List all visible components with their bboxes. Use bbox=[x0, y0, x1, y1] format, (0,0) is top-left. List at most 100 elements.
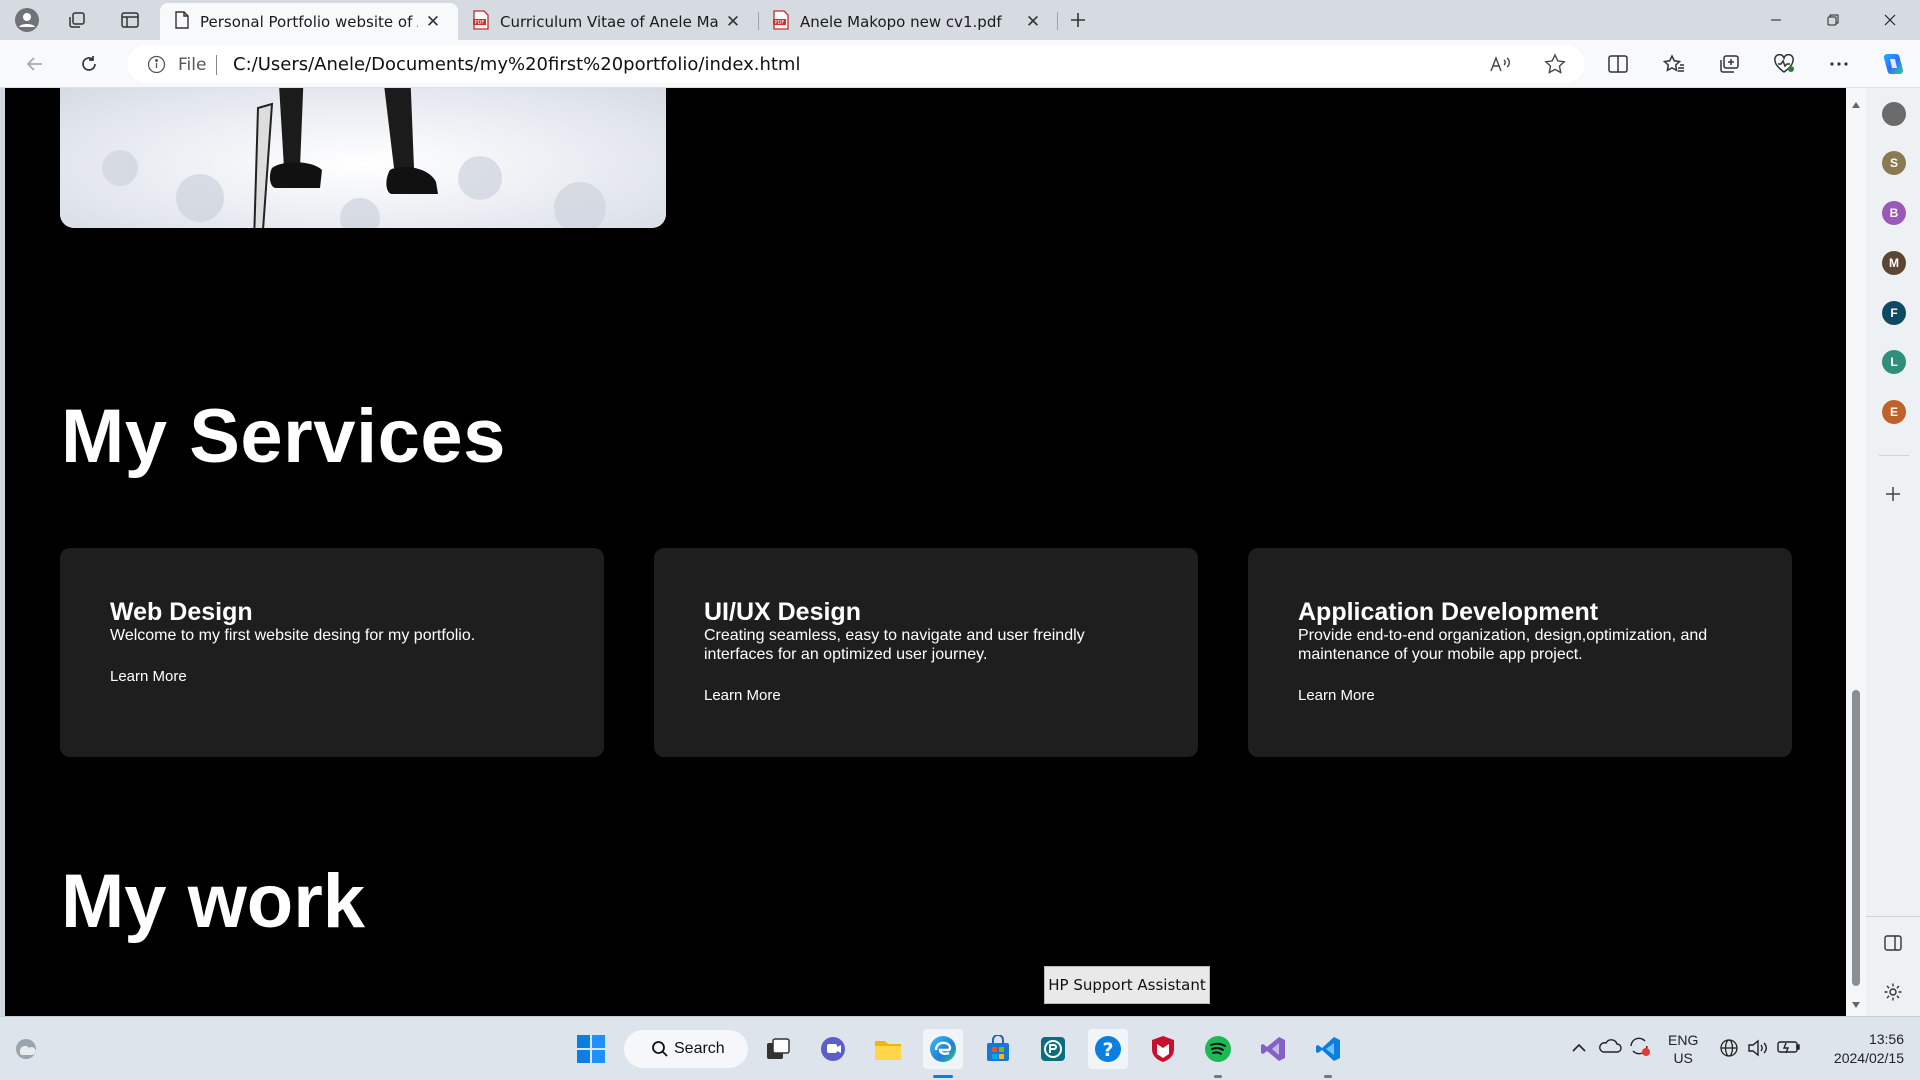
tab-strip: Personal Portfolio website of A.M ✕ PDF … bbox=[0, 0, 1920, 40]
weather-widget-icon[interactable] bbox=[14, 1037, 42, 1066]
address-divider bbox=[216, 55, 217, 75]
battery-icon[interactable] bbox=[1777, 1039, 1801, 1060]
sync-status-icon[interactable] bbox=[1628, 1035, 1652, 1062]
language-indicator[interactable]: ENG US bbox=[1668, 1031, 1698, 1067]
open-app-indicator bbox=[1214, 1075, 1222, 1078]
vscode-icon[interactable] bbox=[1308, 1029, 1348, 1069]
language-label: ENG bbox=[1668, 1032, 1699, 1048]
service-description: Provide end-to-end organization, design,… bbox=[1298, 627, 1708, 663]
service-card-app-development: Application Development Provide end-to-e… bbox=[1248, 548, 1792, 757]
visual-studio-icon[interactable] bbox=[1253, 1029, 1293, 1069]
profile-icon[interactable] bbox=[12, 6, 42, 34]
services-heading: My Services bbox=[61, 394, 506, 479]
scroll-thumb[interactable] bbox=[1852, 690, 1860, 986]
learn-more-link[interactable]: Learn More bbox=[110, 668, 187, 685]
restore-button[interactable] bbox=[1805, 0, 1860, 40]
close-icon[interactable]: ✕ bbox=[1022, 11, 1044, 33]
close-icon[interactable]: ✕ bbox=[422, 11, 444, 33]
scroll-down-icon[interactable] bbox=[1851, 996, 1861, 1014]
url-text[interactable]: C:/Users/Anele/Documents/my%20first%20po… bbox=[233, 54, 800, 75]
onedrive-icon[interactable] bbox=[1598, 1037, 1622, 1062]
task-view-icon[interactable] bbox=[758, 1029, 798, 1069]
learn-more-link[interactable]: Learn More bbox=[704, 687, 781, 704]
hp-smart-icon[interactable] bbox=[1033, 1029, 1073, 1069]
spotify-icon[interactable] bbox=[1198, 1029, 1238, 1069]
page-scrollbar[interactable] bbox=[1846, 88, 1866, 1016]
sidebar-divider bbox=[1866, 916, 1920, 917]
tab-cv-pdf[interactable]: PDF Anele Makopo new cv1.pdf ✕ bbox=[760, 3, 1058, 40]
back-button[interactable] bbox=[18, 49, 52, 79]
sidebar-app-m-icon[interactable]: M bbox=[1882, 251, 1906, 275]
address-bar[interactable]: File C:/Users/Anele/Documents/my%20first… bbox=[127, 45, 1585, 83]
show-hidden-icons-chevron-icon[interactable] bbox=[1571, 1041, 1587, 1059]
sidebar-app-b-icon[interactable]: B bbox=[1882, 201, 1906, 225]
search-label: Search bbox=[674, 1040, 725, 1057]
browser-toolbar: File C:/Users/Anele/Documents/my%20first… bbox=[0, 40, 1920, 88]
hide-sidebar-icon[interactable] bbox=[1883, 934, 1903, 957]
more-options-icon[interactable] bbox=[1822, 49, 1856, 79]
browser-essentials-icon[interactable] bbox=[1767, 49, 1801, 79]
tab-title: Curriculum Vitae of Anele Makopo bbox=[500, 12, 718, 31]
pdf-icon: PDF bbox=[472, 9, 490, 34]
settings-gear-icon[interactable] bbox=[1883, 982, 1903, 1007]
learn-more-link[interactable]: Learn More bbox=[1298, 687, 1375, 704]
sidebar-search-icon[interactable] bbox=[1882, 102, 1906, 126]
volume-icon[interactable] bbox=[1747, 1038, 1769, 1063]
service-title: Application Development bbox=[1298, 598, 1599, 626]
edge-browser-icon[interactable] bbox=[923, 1029, 963, 1069]
teams-chat-icon[interactable] bbox=[813, 1029, 853, 1069]
tab-cv[interactable]: PDF Curriculum Vitae of Anele Makopo ✕ bbox=[460, 3, 758, 40]
copilot-icon[interactable] bbox=[1876, 49, 1910, 79]
collections-icon[interactable] bbox=[1712, 49, 1746, 79]
vertical-tabs-icon[interactable] bbox=[115, 6, 145, 34]
tab-title: Personal Portfolio website of A.M bbox=[200, 12, 418, 31]
microsoft-store-icon[interactable] bbox=[978, 1029, 1018, 1069]
tab-divider bbox=[1057, 12, 1058, 30]
sidebar-app-e-icon[interactable]: E bbox=[1882, 400, 1906, 424]
service-description: Welcome to my first website desing for m… bbox=[110, 627, 476, 644]
taskbar: Search ? ENG US 13:56 2024/02/15 bbox=[0, 1016, 1920, 1080]
sidebar-app-s-icon[interactable]: S bbox=[1882, 151, 1906, 175]
workspaces-icon[interactable] bbox=[62, 6, 92, 34]
network-globe-icon[interactable] bbox=[1719, 1038, 1739, 1063]
scroll-up-icon[interactable] bbox=[1851, 96, 1861, 114]
hp-support-tooltip: HP Support Assistant bbox=[1044, 966, 1210, 1004]
sidebar-app-f-icon[interactable]: F bbox=[1882, 301, 1906, 325]
clock[interactable]: 13:56 2024/02/15 bbox=[1808, 1030, 1904, 1068]
close-window-button[interactable] bbox=[1862, 0, 1917, 40]
refresh-button[interactable] bbox=[72, 49, 106, 79]
clock-date: 2024/02/15 bbox=[1833, 1050, 1904, 1066]
svg-text:?: ? bbox=[1103, 1039, 1114, 1061]
file-explorer-icon[interactable] bbox=[868, 1029, 908, 1069]
active-app-indicator bbox=[933, 1075, 953, 1078]
info-icon[interactable] bbox=[147, 55, 166, 79]
read-aloud-icon[interactable] bbox=[1489, 54, 1511, 79]
minimize-button[interactable] bbox=[1748, 0, 1803, 40]
sidebar-app-l-icon[interactable]: L bbox=[1882, 350, 1906, 374]
favorites-icon[interactable] bbox=[1657, 49, 1691, 79]
tab-title: Anele Makopo new cv1.pdf bbox=[800, 12, 1002, 31]
edge-sidebar: S B M F L E bbox=[1866, 88, 1920, 1016]
start-button[interactable] bbox=[571, 1029, 611, 1069]
mcafee-icon[interactable] bbox=[1143, 1029, 1183, 1069]
split-screen-icon[interactable] bbox=[1601, 49, 1635, 79]
clock-time: 13:56 bbox=[1868, 1031, 1904, 1047]
tab-portfolio[interactable]: Personal Portfolio website of A.M ✕ bbox=[160, 3, 458, 40]
work-heading: My work bbox=[61, 859, 366, 944]
open-app-indicator bbox=[1324, 1075, 1332, 1078]
service-title: Web Design bbox=[110, 598, 253, 626]
close-icon[interactable]: ✕ bbox=[722, 11, 744, 33]
help-icon[interactable]: ? bbox=[1088, 1029, 1128, 1069]
sidebar-divider bbox=[1879, 455, 1909, 456]
new-tab-button[interactable] bbox=[1063, 6, 1093, 34]
add-icon[interactable] bbox=[1883, 484, 1903, 509]
service-title: UI/UX Design bbox=[704, 598, 861, 626]
page-viewport: My Services Web Design Welcome to my fir… bbox=[5, 88, 1846, 1016]
search-icon bbox=[651, 1040, 669, 1063]
taskbar-search[interactable]: Search bbox=[624, 1030, 748, 1068]
favorite-star-icon[interactable] bbox=[1544, 53, 1566, 80]
svg-text:PDF: PDF bbox=[475, 20, 485, 26]
page-icon bbox=[174, 10, 190, 33]
pdf-icon: PDF bbox=[772, 9, 790, 34]
service-description: Creating seamless, easy to navigate and … bbox=[704, 627, 1085, 663]
